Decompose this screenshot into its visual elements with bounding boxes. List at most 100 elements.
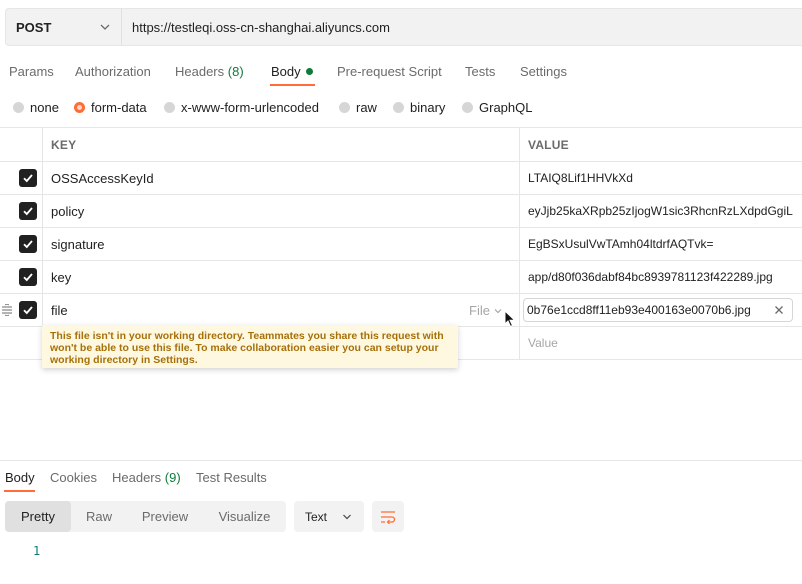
new-value-input[interactable]: Value <box>528 336 802 350</box>
row-checkbox[interactable] <box>19 235 37 253</box>
view-mode-visualize[interactable]: Visualize <box>203 501 286 532</box>
check-icon <box>23 174 33 183</box>
row-checkbox[interactable] <box>19 202 37 220</box>
tab-pre-request-script[interactable]: Pre-request Script <box>337 64 442 79</box>
tab-label: Headers <box>112 470 162 485</box>
tab-label: Body <box>5 470 35 485</box>
response-tab-cookies[interactable]: Cookies <box>50 470 97 485</box>
close-icon[interactable] <box>772 303 786 317</box>
chevron-down-icon <box>100 24 110 30</box>
radio-circle-selected <box>74 102 85 113</box>
view-mode-segmented-control: Pretty Raw Preview Visualize <box>5 501 286 532</box>
tab-label: Tests <box>465 64 496 79</box>
row-key[interactable]: file <box>51 303 68 318</box>
table-row: policy eyJjb25kaXRpb25zIjogW1sic3RhcnRzL… <box>0 195 802 228</box>
view-mode-raw[interactable]: Raw <box>71 501 127 532</box>
radio-graphql[interactable]: GraphQL <box>462 100 532 115</box>
tab-label: Headers <box>175 64 225 79</box>
tab-label: Params <box>9 64 54 79</box>
tab-label: Cookies <box>50 470 97 485</box>
tab-headers[interactable]: Headers (8) <box>175 64 244 79</box>
tab-label: Settings <box>520 64 567 79</box>
tab-label: Body <box>271 64 301 79</box>
radio-x-www-form-urlencoded[interactable]: x-www-form-urlencoded <box>164 100 319 115</box>
response-tab-headers[interactable]: Headers (9) <box>112 470 181 485</box>
row-key[interactable]: OSSAccessKeyId <box>51 171 154 186</box>
table-row: key app/d80f036dabf84bc8939781123f422289… <box>0 261 802 294</box>
radio-circle <box>462 102 473 113</box>
request-tabs: Params Authorization Headers (8) Body Pr… <box>0 58 802 86</box>
check-icon <box>23 306 33 315</box>
response-format-select[interactable]: Text <box>294 501 364 532</box>
response-divider <box>0 460 802 461</box>
radio-circle <box>13 102 24 113</box>
tab-settings[interactable]: Settings <box>520 64 567 79</box>
check-icon <box>23 273 33 282</box>
row-value[interactable]: LTAIQ8Lif1HHVkXd <box>528 171 802 185</box>
row-value[interactable]: eyJjb25kaXRpb25zIjogW1sic3RhcnRzLXdpdGgi… <box>528 204 802 218</box>
tab-authorization[interactable]: Authorization <box>75 64 151 79</box>
method-select[interactable]: POST <box>6 9 122 45</box>
key-type-label: File <box>469 303 490 318</box>
tab-tests[interactable]: Tests <box>465 64 495 79</box>
radio-binary[interactable]: binary <box>393 100 445 115</box>
response-tab-test-results[interactable]: Test Results <box>196 470 267 485</box>
radio-label: raw <box>356 100 377 115</box>
radio-raw[interactable]: raw <box>339 100 377 115</box>
working-directory-warning-tooltip: This file isn't in your working director… <box>42 325 458 368</box>
response-tab-body[interactable]: Body <box>5 470 35 485</box>
url-input[interactable]: https://testleqi.oss-cn-shanghai.aliyunc… <box>122 20 390 35</box>
body-indicator-dot <box>305 68 313 75</box>
radio-label: form-data <box>91 100 147 115</box>
wrap-lines-icon <box>381 510 396 524</box>
column-divider <box>519 127 520 359</box>
radio-circle <box>164 102 175 113</box>
radio-label: GraphQL <box>479 100 533 115</box>
active-tab-indicator <box>270 84 315 86</box>
active-response-tab-indicator <box>4 490 35 492</box>
value-column-header: VALUE <box>528 138 569 152</box>
table-row: OSSAccessKeyId LTAIQ8Lif1HHVkXd <box>0 162 802 195</box>
check-icon <box>23 207 33 216</box>
row-key[interactable]: signature <box>51 237 104 252</box>
response-line-number: 1 <box>33 544 41 558</box>
check-icon <box>23 240 33 249</box>
tab-params[interactable]: Params <box>9 64 54 79</box>
radio-circle <box>339 102 350 113</box>
headers-count: (8) <box>227 64 244 79</box>
file-chip[interactable]: 0b76e1ccd8ff11eb93e400163e0070b6.jpg <box>523 298 793 322</box>
tab-body[interactable]: Body <box>271 64 313 79</box>
key-type-select[interactable]: File <box>469 303 503 318</box>
response-format-label: Text <box>305 509 328 524</box>
radio-form-data[interactable]: form-data <box>74 100 147 115</box>
file-name: 0b76e1ccd8ff11eb93e400163e0070b6.jpg <box>527 303 751 317</box>
row-key[interactable]: policy <box>51 204 84 219</box>
radio-label: none <box>30 100 59 115</box>
radio-label: binary <box>410 100 446 115</box>
url-bar: POST https://testleqi.oss-cn-shanghai.al… <box>5 8 802 46</box>
wrap-lines-button[interactable] <box>372 501 404 532</box>
mouse-cursor-icon <box>504 310 516 328</box>
method-label: POST <box>16 19 52 35</box>
table-header-row: KEY VALUE <box>0 128 802 162</box>
drag-handle-icon[interactable] <box>1 304 13 316</box>
view-mode-pretty[interactable]: Pretty <box>5 501 71 532</box>
tab-label: Authorization <box>75 64 151 79</box>
chevron-down-icon <box>494 308 502 313</box>
view-mode-preview[interactable]: Preview <box>127 501 203 532</box>
table-row: signature EgBSxUsulVwTAmh04ltdrfAQTvk= <box>0 228 802 261</box>
row-checkbox[interactable] <box>19 169 37 187</box>
row-checkbox[interactable] <box>19 268 37 286</box>
row-value[interactable]: EgBSxUsulVwTAmh04ltdrfAQTvk= <box>528 237 802 251</box>
radio-none[interactable]: none <box>13 100 59 115</box>
radio-circle <box>393 102 404 113</box>
tab-label: Pre-request Script <box>337 64 442 79</box>
table-row: file File 0b76e1ccd8ff11eb93e400163e0070… <box>0 294 802 327</box>
tab-label: Test Results <box>196 470 267 485</box>
row-checkbox[interactable] <box>19 301 37 319</box>
chevron-down-icon <box>343 514 351 520</box>
row-value[interactable]: app/d80f036dabf84bc8939781123f422289.jpg <box>528 270 802 284</box>
key-column-header: KEY <box>51 138 77 152</box>
radio-label: x-www-form-urlencoded <box>181 100 319 115</box>
row-key[interactable]: key <box>51 270 71 285</box>
